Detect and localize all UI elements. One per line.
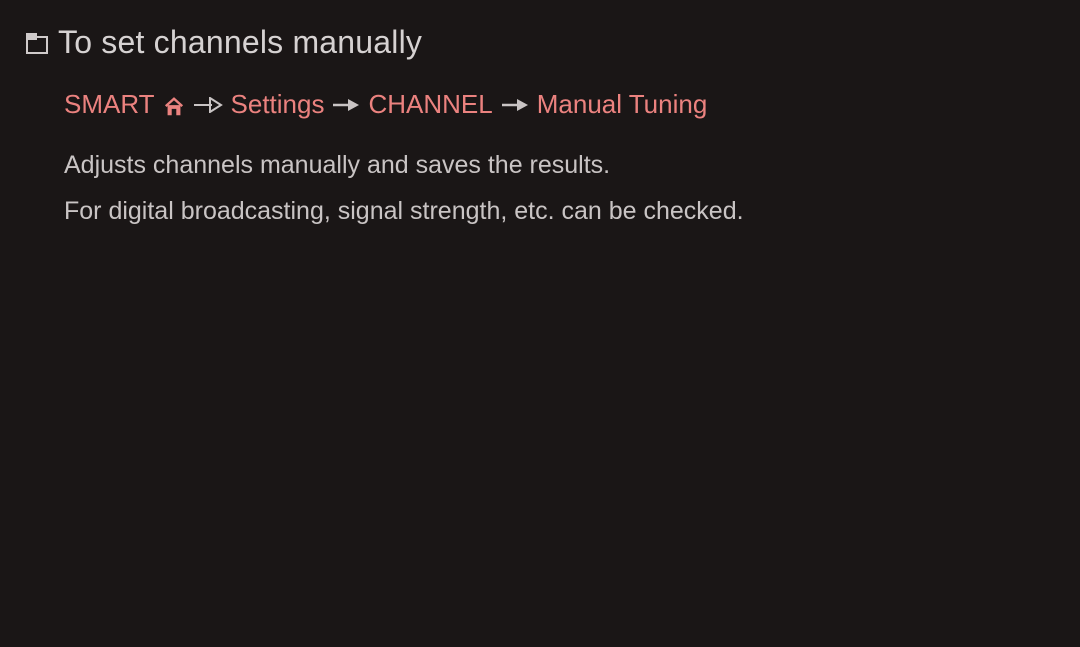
breadcrumb-item-settings: Settings [231,89,325,120]
body-line-2: For digital broadcasting, signal strengt… [64,188,1054,234]
arrow-right-icon [501,98,529,112]
arrow-open-icon [193,97,223,113]
breadcrumb-item-manual-tuning: Manual Tuning [537,89,708,120]
body-text: Adjusts channels manually and saves the … [64,142,1054,235]
breadcrumb: SMART Settings CHANNEL [64,89,1054,120]
body-line-1: Adjusts channels manually and saves the … [64,142,1054,188]
arrow-right-icon [332,98,360,112]
help-page: To set channels manually SMART Settings … [0,0,1080,259]
breadcrumb-item-channel: CHANNEL [368,89,492,120]
title-row: To set channels manually [26,24,1054,61]
section-bullet-icon [26,34,48,52]
breadcrumb-item-smart: SMART [64,89,155,120]
home-icon [163,94,185,116]
page-title: To set channels manually [58,24,422,61]
